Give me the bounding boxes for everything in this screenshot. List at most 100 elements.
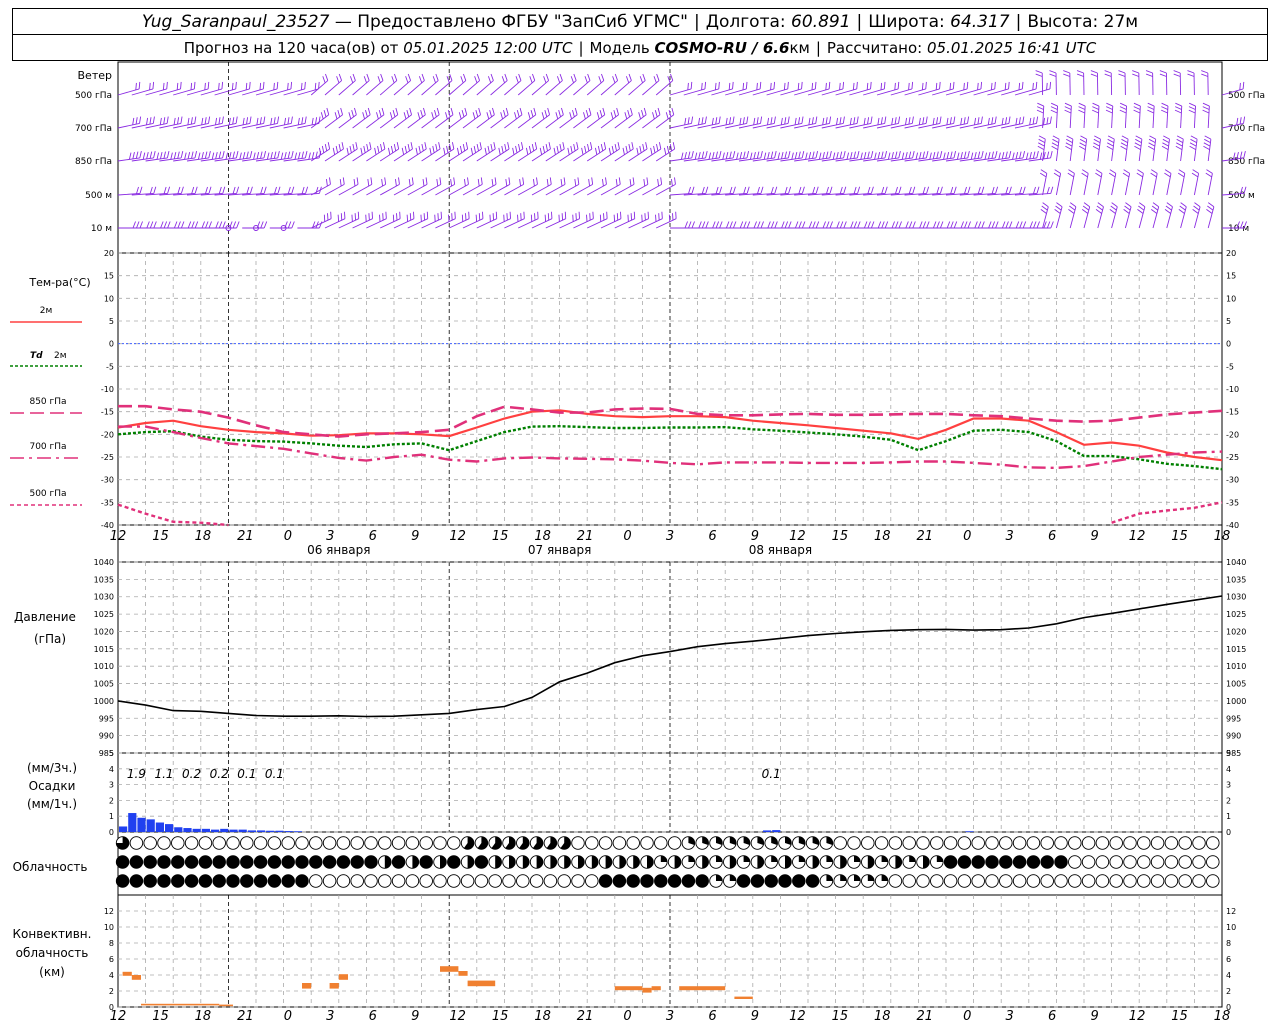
cloud-cover-fill [226, 855, 240, 869]
wind-barb-feather [1165, 205, 1172, 211]
cloud-cover-fill [295, 855, 309, 869]
cloud-cover-symbol [502, 874, 516, 888]
wind-barb-feather [614, 73, 619, 81]
x-tick-label-mid: 21 [237, 529, 254, 544]
wind-level-label-right: 10 м [1228, 224, 1249, 234]
wind-barb-feather [545, 73, 550, 81]
wind-barb-feather [652, 112, 655, 120]
cloud-cover-symbol [654, 836, 668, 850]
wind-barb-feather [572, 110, 575, 117]
wind-barb-feather [1069, 202, 1077, 208]
wind-barb-feather [376, 112, 379, 120]
wind-barb-feather [135, 82, 137, 90]
precip-3h-total-label: 0.1 [762, 767, 781, 781]
wind-barb-feather [963, 82, 965, 90]
wind-barb-feather [476, 143, 479, 152]
wind-barb-feather [574, 107, 578, 115]
temp-tick-label-left: 15 [104, 272, 114, 281]
temp-tick-label-right: 5 [1226, 317, 1231, 326]
wind-barb-feather [642, 73, 646, 81]
wind-barb-feather [410, 142, 413, 150]
precip-tick-label-left: 0 [109, 828, 114, 837]
wind-barb-feather [877, 117, 880, 125]
wind-barb-feather [1145, 70, 1153, 74]
wind-barb-feather [967, 151, 970, 159]
wind-barb-feather [1147, 109, 1154, 114]
wind-barb-feather [325, 179, 328, 187]
wind-barb-feather [1046, 117, 1049, 125]
wind-barb-feather [832, 152, 836, 160]
wind-barb-feather [194, 186, 198, 194]
cloud-cover-symbol [971, 874, 985, 888]
x-tick-label-mid: 15 [832, 529, 849, 544]
cloud-cover-fill [578, 855, 585, 869]
wind-barb-feather [163, 151, 166, 159]
wind-barb-feather [218, 221, 223, 229]
wind-barb-feather [863, 151, 867, 160]
wind-barb-feather [705, 151, 708, 159]
pressure-tick-label-right: 1030 [1226, 593, 1246, 602]
wind-barb-feather [918, 117, 921, 125]
wind-barb-feather [1015, 221, 1020, 229]
wind-barb-feather [366, 143, 369, 152]
wind-barb-feather [657, 179, 660, 187]
wind-barb-feather [728, 82, 731, 90]
wind-barb-feather [701, 151, 705, 159]
wind-barb-feather [146, 151, 149, 160]
wind-barb-feather [1187, 73, 1195, 77]
wind-barb-feather [860, 152, 863, 160]
wind-barb-feather [351, 110, 355, 117]
wind-barb-feather [1188, 106, 1196, 110]
wind-barb-feather [374, 147, 377, 155]
cloud-cover-fill [199, 874, 212, 888]
cloud-cover-fill [751, 874, 764, 888]
wind-barb-feather [528, 145, 532, 153]
x-tick-label-mid: 9 [751, 529, 759, 544]
wind-barb-feather [545, 143, 548, 152]
wind-barb-feather [960, 117, 963, 125]
cloud-cover-symbol [971, 836, 985, 850]
wind-barb-feather [553, 147, 556, 155]
wind-barb-feather [166, 151, 170, 159]
wind-barb-feather [1176, 135, 1184, 140]
wind-barb-feather [988, 151, 991, 160]
wind-barb-feather [387, 147, 391, 155]
wind-barb-feather [353, 179, 356, 187]
wind-barb-feather [504, 143, 507, 152]
wind-barb-feather [967, 116, 970, 124]
wind-barb-feather [546, 179, 549, 187]
wind-barb-feather [839, 221, 844, 229]
wind-barb-feather [691, 116, 694, 124]
wind-barb-feather [642, 143, 645, 152]
cloud-cover-symbol [1068, 874, 1082, 888]
cloud-cover-symbol [198, 836, 213, 850]
wind-barb-feather [991, 221, 996, 229]
cloud-cover-fill [605, 855, 612, 869]
wind-barb-feather [1189, 142, 1197, 147]
cloud-cover-symbol [1123, 855, 1137, 869]
wind-barb-feather [757, 221, 761, 229]
wind-barb-feather [352, 143, 355, 152]
wind-barb-feather [166, 116, 169, 124]
wind-barb-feather [857, 221, 861, 229]
wind-barb-feather [287, 117, 290, 125]
wind-barb-feather [922, 117, 925, 125]
wind-barb-feather [773, 81, 776, 89]
wind-barb-feather [1038, 142, 1045, 147]
wind-barb-feather [180, 116, 183, 124]
pressure-tick-label-left: 1000 [94, 697, 114, 706]
wind-barb-feather [921, 82, 924, 90]
wind-barb-feather [877, 151, 881, 160]
temp-tick-label-left: 20 [104, 249, 114, 258]
cloud-cover-fill [412, 855, 419, 869]
wind-barb-feather [501, 76, 505, 84]
convective-tick-label-right: 4 [1226, 971, 1231, 980]
wind-barb-feather [576, 142, 579, 150]
wind-barb-feather [163, 117, 166, 125]
x-tick-label-bottom: 0 [284, 1009, 292, 1024]
cloud-cover-fill [881, 874, 888, 881]
wind-barb-feather [201, 151, 204, 160]
temp-tick-label-right: 20 [1226, 249, 1236, 258]
wind-barb-feather [208, 151, 211, 159]
wind-barb-feather [394, 179, 397, 187]
